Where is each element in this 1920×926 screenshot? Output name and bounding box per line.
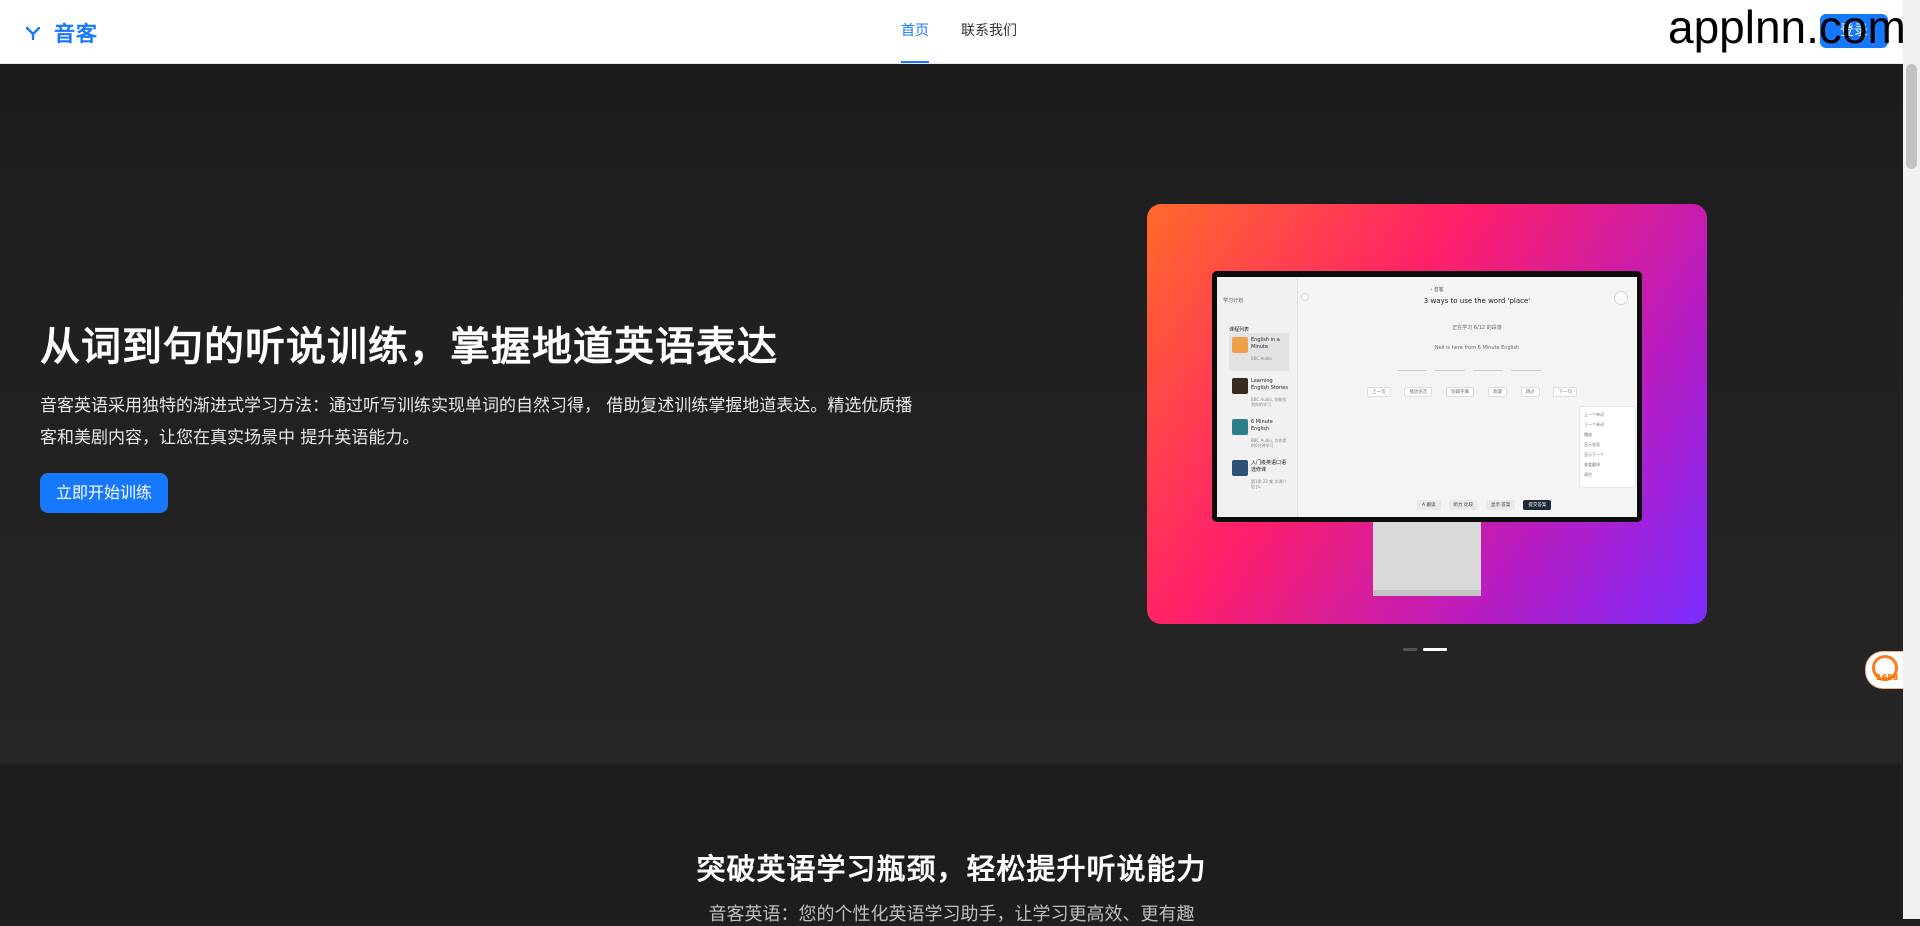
brand-logo[interactable]: 音客: [26, 18, 98, 48]
app-bottom-button: 显示 答案: [1485, 500, 1516, 510]
features-subtitle: 音客英语：您的个性化英语学习助手，让学习更高效、更有趣: [708, 904, 1195, 925]
panel-line: 下一个单词: [1584, 422, 1604, 427]
features-title: 突破英语学习瓶颈，轻松提升听说能力: [696, 852, 1207, 886]
blank-underline: [1511, 370, 1541, 371]
badge-label: 1688: [1876, 673, 1899, 682]
carousel-dot-active[interactable]: [1423, 648, 1447, 651]
course-thumbnail: [1232, 337, 1248, 353]
nav-item-contact[interactable]: 联系我们: [961, 0, 1017, 63]
brand-name: 音客: [54, 22, 98, 46]
course-meta: BBC Audio, 为你提供6分钟学习: [1251, 438, 1287, 448]
app-bottom-button: 提交答案: [1523, 500, 1552, 510]
app-control-row: 上一句 播放语音 隐藏字幕 收藏 跳过 下一句: [1367, 387, 1577, 397]
hero-title: 从词到句的听说训练，掌握地道英语表达: [40, 324, 778, 370]
panel-line: 上一个单词: [1584, 412, 1604, 417]
blank-underline: [1473, 370, 1503, 371]
login-button[interactable]: 登录: [1820, 14, 1888, 48]
lesson-title: 3 ways to use the word 'place': [1423, 297, 1531, 305]
course-thumbnail: [1232, 419, 1248, 435]
course-meta: BBC Audio: [1251, 356, 1272, 361]
course-thumbnail: [1232, 378, 1248, 394]
app-bottom-bar: A 跟读 听力 比较 显示 答案 提交答案: [1417, 500, 1552, 510]
course-meta: BBC Audio, 你能找到你的学习: [1251, 397, 1287, 407]
features-section: 突破英语学习瓶颈，轻松提升听说能力 音客英语：您的个性化英语学习助手，让学习更高…: [0, 764, 1903, 925]
app-window-title: ‹ 音客: [1430, 287, 1444, 293]
monitor-screenshot: ‹ 音客 学习计划 课程列表 English in a Minute BBC A…: [1212, 271, 1642, 522]
carousel-dots: [1403, 648, 1447, 651]
course-thumbnail: [1232, 460, 1248, 476]
app-course-item: English in a Minute BBC Audio: [1229, 333, 1289, 371]
app-sidebar-header: 学习计划: [1223, 298, 1244, 304]
panel-line: 查看翻译: [1584, 462, 1600, 467]
lesson-progress-text: 正在学习 6/12 的段落: [1452, 325, 1502, 331]
start-training-button[interactable]: 立即开始训练: [40, 473, 168, 513]
y-logo-icon: [26, 26, 40, 40]
course-title: 入门级英语口语 选修课: [1251, 460, 1287, 473]
course-title: Learning English Stories: [1251, 378, 1288, 391]
product-showcase-card: ‹ 音客 学习计划 课程列表 English in a Minute BBC A…: [1147, 204, 1707, 624]
course-meta: 第1季 22 集 本课介绍 Jo,: [1251, 479, 1287, 489]
top-nav-bar: 音客 首页 联系我们 登录: [0, 0, 1903, 64]
app-control: 隐藏字幕: [1446, 387, 1475, 397]
scrollbar-thumb[interactable]: [1906, 64, 1917, 169]
nav-item-home[interactable]: 首页: [901, 0, 929, 63]
carousel-dot[interactable]: [1403, 648, 1417, 651]
blank-underline: [1435, 370, 1465, 371]
app-control: 上一句: [1367, 387, 1391, 397]
1688-badge-icon[interactable]: 1688: [1865, 651, 1906, 689]
panel-line: 显示答案: [1584, 442, 1600, 447]
app-back-icon: [1301, 293, 1309, 301]
app-screen: ‹ 音客 学习计划 课程列表 English in a Minute BBC A…: [1217, 277, 1637, 517]
monitor-stand-base: [1373, 590, 1481, 596]
lesson-sentence-text: Neil is here from 6 Minute English: [1434, 345, 1520, 351]
app-control: 下一句: [1553, 387, 1577, 397]
app-course-item: 入门级英语口语 选修课 第1季 22 集 本课介绍 Jo,: [1229, 456, 1289, 494]
panel-line: 播放: [1584, 432, 1592, 437]
app-control: 收藏: [1487, 387, 1507, 397]
app-sidebar: 学习计划 课程列表 English in a Minute BBC Audio …: [1217, 277, 1298, 517]
panel-line: 清空: [1584, 472, 1592, 477]
app-shortcut-panel: 上一个单词 下一个单词 播放 显示答案 显示下一个 查看翻译 清空: [1579, 406, 1636, 488]
app-course-item: 6 Minute English BBC Audio, 为你提供6分钟学习: [1229, 415, 1289, 453]
course-title: 6 Minute English: [1251, 419, 1273, 432]
blank-underline: [1397, 370, 1427, 371]
hero-description: 音客英语采用独特的渐进式学习方法：通过听写训练实现单词的自然习得， 借助复述训练…: [40, 396, 913, 448]
app-course-list-label: 课程列表: [1229, 327, 1250, 333]
monitor-stand: [1373, 522, 1481, 595]
course-title: English in a Minute: [1251, 337, 1280, 350]
app-course-item: Learning English Stories BBC Audio, 你能找到…: [1229, 374, 1289, 412]
main-nav: 首页 联系我们: [901, 0, 1049, 63]
app-control: 播放语音: [1404, 387, 1433, 397]
app-bottom-button: 听力 比较: [1448, 500, 1478, 510]
page-scrollbar[interactable]: [1903, 0, 1920, 919]
app-control: 跳过: [1520, 387, 1540, 397]
hero-section: 从词到句的听说训练，掌握地道英语表达 音客英语采用独特的渐进式学习方法：通过听写…: [0, 64, 1903, 764]
app-bottom-button: A 跟读: [1417, 500, 1441, 510]
panel-line: 显示下一个: [1584, 452, 1604, 457]
